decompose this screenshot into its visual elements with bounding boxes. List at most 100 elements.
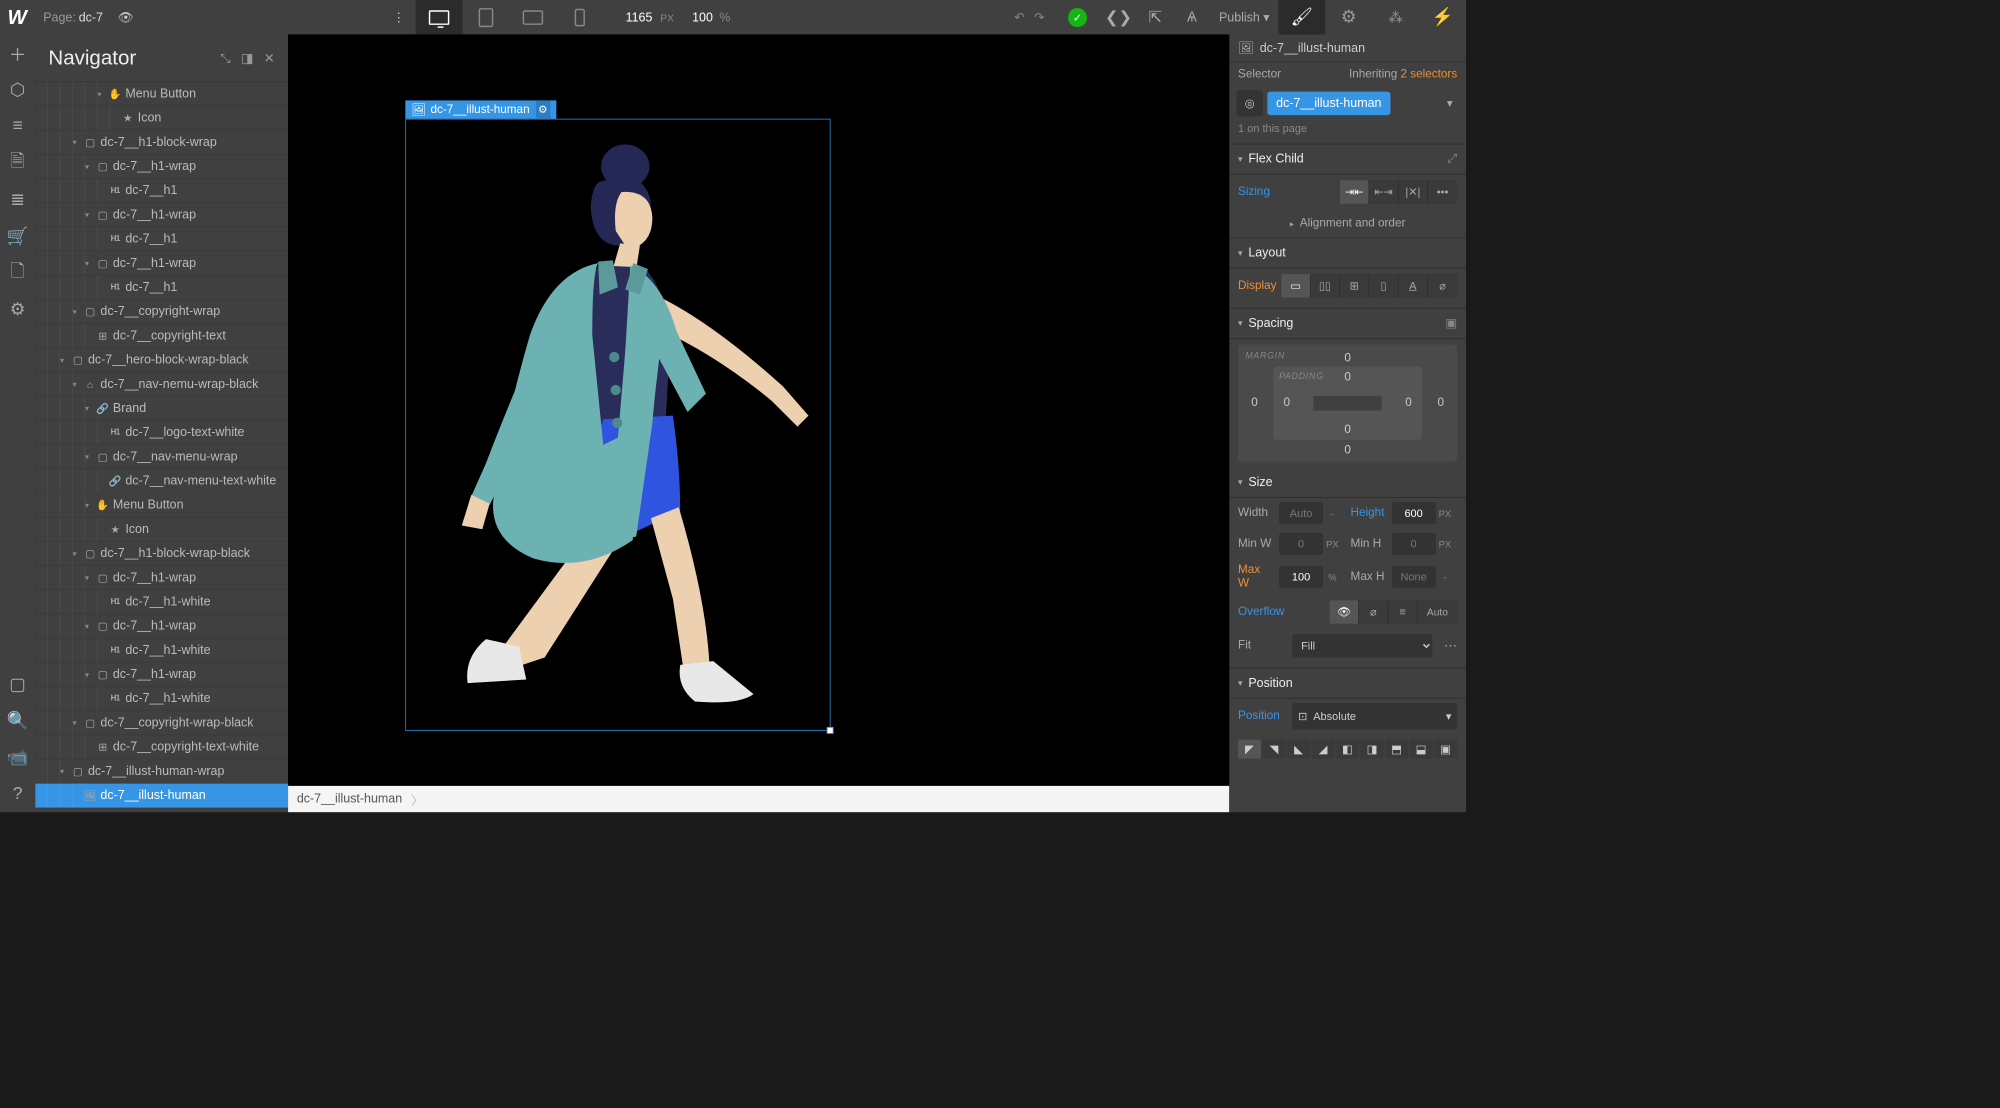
- anchor-top-button[interactable]: ⬒: [1385, 740, 1408, 759]
- zoom-level[interactable]: 100: [692, 10, 713, 24]
- nav-item[interactable]: H1dc-7__logo-text-white: [35, 421, 288, 445]
- display-block-button[interactable]: ▭: [1281, 274, 1310, 297]
- display-grid-button[interactable]: ⊞: [1340, 274, 1369, 297]
- display-inline-button[interactable]: A: [1399, 274, 1428, 297]
- margin-left[interactable]: 0: [1251, 397, 1258, 410]
- selection-label[interactable]: 🖼 dc-7__illust-human ⚙: [405, 100, 556, 118]
- nav-item[interactable]: ▾▢dc-7__h1-wrap: [35, 251, 288, 275]
- margin-top[interactable]: 0: [1344, 352, 1351, 365]
- publish-button[interactable]: Publish ▾: [1219, 10, 1270, 25]
- nav-item[interactable]: ⊞dc-7__copyright-text-white: [35, 735, 288, 759]
- display-flex-button[interactable]: ▯▯: [1311, 274, 1340, 297]
- selector-chip[interactable]: dc-7__illust-human: [1267, 92, 1390, 115]
- effects-tab-icon[interactable]: ⁂: [1372, 0, 1419, 34]
- nav-item[interactable]: ▾▢dc-7__copyright-wrap-black: [35, 711, 288, 735]
- nav-item[interactable]: ⊞dc-7__copyright-text: [35, 324, 288, 348]
- anchor-bl-button[interactable]: ◣: [1287, 740, 1310, 759]
- dock-icon[interactable]: ◨: [241, 50, 253, 65]
- canvas-width[interactable]: 1165: [626, 10, 653, 24]
- nav-item[interactable]: ▾▢dc-7__h1-wrap: [35, 614, 288, 638]
- spacing-editor[interactable]: MARGIN 0 0 0 0 PADDING 0 0 0 0: [1238, 345, 1457, 462]
- nav-item[interactable]: ▾▢dc-7__hero-block-wrap-black: [35, 348, 288, 372]
- desktop-device-button[interactable]: [416, 0, 463, 34]
- help-icon[interactable]: ?: [0, 776, 35, 813]
- nav-item[interactable]: ▾✋Menu Button: [35, 493, 288, 517]
- position-select[interactable]: ⊡Absolute ▾: [1292, 703, 1457, 729]
- anchor-tl-button[interactable]: ◤: [1238, 740, 1261, 759]
- settings-icon[interactable]: ⚙: [0, 291, 35, 328]
- cms-icon[interactable]: ≣: [0, 181, 35, 218]
- nav-item[interactable]: ▾▢dc-7__illust-human-wrap: [35, 759, 288, 783]
- video-icon[interactable]: 📹: [0, 739, 35, 776]
- interactions-tab-icon[interactable]: ⚡: [1419, 0, 1466, 34]
- nav-item[interactable]: 🔗dc-7__nav-menu-text-white: [35, 469, 288, 493]
- minw-input[interactable]: [1279, 533, 1323, 555]
- share-icon[interactable]: ⇱: [1137, 8, 1174, 27]
- nav-item[interactable]: ▾▢dc-7__copyright-wrap: [35, 300, 288, 324]
- tablet-device-button[interactable]: [463, 0, 510, 34]
- nav-item[interactable]: H1dc-7__h1-white: [35, 590, 288, 614]
- section-layout[interactable]: ▾Layout: [1229, 238, 1466, 268]
- page-name[interactable]: dc-7: [79, 10, 103, 25]
- redo-icon[interactable]: ↷: [1034, 10, 1044, 24]
- flex-grow-button[interactable]: ⇤⇥: [1369, 180, 1398, 203]
- inheriting-count[interactable]: 2 selectors: [1400, 68, 1457, 80]
- maxh-input[interactable]: [1392, 566, 1436, 588]
- overflow-hidden-button[interactable]: ⌀: [1359, 600, 1388, 623]
- flex-more-button[interactable]: •••: [1428, 180, 1457, 203]
- ecommerce-icon[interactable]: 🛒: [0, 218, 35, 255]
- nav-item[interactable]: ▾▢dc-7__h1-wrap: [35, 566, 288, 590]
- nav-item[interactable]: ▾⌂dc-7__nav-nemu-wrap-black: [35, 372, 288, 396]
- nav-item[interactable]: ★Icon: [35, 517, 288, 541]
- nav-item[interactable]: ★Icon: [35, 106, 288, 130]
- nav-item[interactable]: H1dc-7__h1: [35, 276, 288, 300]
- anchor-right-button[interactable]: ◨: [1361, 740, 1384, 759]
- margin-bottom[interactable]: 0: [1344, 444, 1351, 457]
- section-spacing[interactable]: ▾Spacing ▣: [1229, 309, 1466, 339]
- fit-select[interactable]: Fill: [1292, 634, 1432, 657]
- breadcrumb-item[interactable]: dc-7__illust-human: [297, 792, 402, 807]
- collapse-icon[interactable]: ⤡: [220, 50, 231, 65]
- nav-item[interactable]: 🖼dc-7__illust-human: [35, 784, 288, 808]
- nav-item[interactable]: H1dc-7__h1-white: [35, 687, 288, 711]
- nav-item[interactable]: H1dc-7__h1-white: [35, 638, 288, 662]
- audits-icon[interactable]: ▢: [0, 666, 35, 703]
- display-none-button[interactable]: ⌀: [1428, 274, 1457, 297]
- anchor-full-button[interactable]: ▣: [1434, 740, 1457, 759]
- section-flex-child[interactable]: ▾Flex Child ⤢: [1229, 144, 1466, 174]
- nav-item[interactable]: ▾▢dc-7__h1-block-wrap: [35, 130, 288, 154]
- canvas[interactable]: 🖼 dc-7__illust-human ⚙: [288, 34, 1229, 785]
- expand-icon[interactable]: ⤢: [1447, 152, 1457, 167]
- selector-dropdown-icon[interactable]: ▾: [1441, 96, 1459, 111]
- more-icon[interactable]: ⋮: [392, 10, 404, 25]
- anchor-tr-button[interactable]: ◥: [1263, 740, 1286, 759]
- nav-item[interactable]: ▾▢dc-7__h1-block-wrap-black: [35, 542, 288, 566]
- style-tab-icon[interactable]: 🖌: [1278, 0, 1325, 34]
- webflow-logo[interactable]: W: [0, 0, 34, 34]
- display-inline-block-button[interactable]: ▯: [1369, 274, 1398, 297]
- fit-more-icon[interactable]: ⋯: [1444, 638, 1457, 653]
- overflow-scroll-button[interactable]: ≡: [1388, 600, 1417, 623]
- flex-none-button[interactable]: |✕|: [1399, 180, 1428, 203]
- resize-handle[interactable]: [827, 727, 834, 734]
- flex-shrink-button[interactable]: ⇥⇤: [1340, 180, 1369, 203]
- nav-item[interactable]: ▾🔗Brand: [35, 397, 288, 421]
- section-position[interactable]: ▾Position: [1229, 668, 1466, 698]
- maxw-input[interactable]: [1279, 566, 1323, 588]
- padding-left[interactable]: 0: [1283, 397, 1290, 410]
- close-icon[interactable]: ✕: [264, 50, 275, 65]
- anchor-br-button[interactable]: ◢: [1312, 740, 1335, 759]
- padding-bottom[interactable]: 0: [1344, 424, 1351, 437]
- preview-icon[interactable]: 👁: [118, 10, 134, 25]
- add-element-icon[interactable]: ＋: [0, 34, 35, 71]
- nav-item[interactable]: H1dc-7__h1: [35, 227, 288, 251]
- alignment-order-toggle[interactable]: Alignment and order: [1229, 210, 1466, 239]
- pages-icon[interactable]: 🗎: [0, 144, 35, 181]
- nav-item[interactable]: ▾✋Menu Button: [35, 82, 288, 106]
- anchor-left-button[interactable]: ◧: [1336, 740, 1359, 759]
- margin-right[interactable]: 0: [1437, 397, 1444, 410]
- search-icon[interactable]: 🔍: [0, 702, 35, 739]
- spacing-expand-icon[interactable]: ▣: [1445, 316, 1457, 331]
- nav-item[interactable]: ▾▢dc-7__h1-wrap: [35, 663, 288, 687]
- nav-item[interactable]: ▾▢dc-7__h1-wrap: [35, 155, 288, 179]
